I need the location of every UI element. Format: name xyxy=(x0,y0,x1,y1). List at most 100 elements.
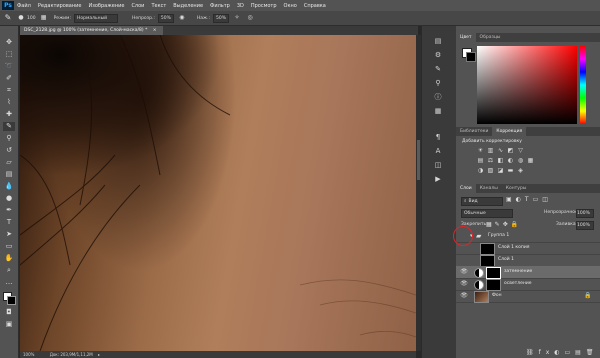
brush-settings-icon[interactable]: ✎ xyxy=(431,64,445,74)
menu-view[interactable]: Просмотр xyxy=(251,3,277,9)
hand-tool-icon[interactable]: ✋ xyxy=(3,254,15,263)
hue-slider[interactable] xyxy=(580,46,586,124)
quick-select-tool-icon[interactable]: ✐ xyxy=(3,74,15,83)
move-tool-icon[interactable]: ✥ xyxy=(3,38,15,47)
photoshop-logo: Ps xyxy=(2,1,14,10)
exposure-icon[interactable]: ◩ xyxy=(506,146,515,155)
lock-icons[interactable]: ▦✎✥🔒 xyxy=(486,221,521,228)
posterize-icon[interactable]: ▧ xyxy=(486,166,495,175)
menu-filter[interactable]: Фильтр xyxy=(210,3,230,9)
opacity-field[interactable]: 50% xyxy=(157,13,174,23)
status-arrow-icon[interactable]: ▸ xyxy=(98,352,100,357)
menu-select[interactable]: Выделение xyxy=(173,3,203,9)
vibrance-icon[interactable]: ▽ xyxy=(516,146,525,155)
tab-adjustments[interactable]: Коррекция xyxy=(492,127,527,136)
character-panel-icon[interactable]: A xyxy=(431,146,445,156)
actions-panel-icon[interactable]: ▶ xyxy=(431,174,445,184)
menu-file[interactable]: Файл xyxy=(17,3,31,9)
gradient-map-icon[interactable]: ▬ xyxy=(506,166,515,175)
document-tab[interactable]: DSC_2128.jpg @ 100% (затемнение, Слой-ма… xyxy=(20,26,163,35)
brush-tool-icon[interactable]: ✎ xyxy=(3,122,15,131)
layer-filter-select[interactable]: ⌕ Вид xyxy=(461,197,503,206)
menu-window[interactable]: Окно xyxy=(284,3,297,9)
pressure-size-icon[interactable]: ◎ xyxy=(245,13,255,23)
pressure-opacity-icon[interactable]: ◉ xyxy=(177,13,187,23)
color-balance-icon[interactable]: ⚖ xyxy=(486,156,495,165)
blend-mode-select[interactable]: Обычные xyxy=(461,209,513,218)
adjustments-panel-icon[interactable]: ⚙ xyxy=(431,50,445,60)
tab-channels[interactable]: Каналы xyxy=(476,184,502,193)
eye-icon[interactable]: 👁 xyxy=(460,292,468,300)
fill-field[interactable]: 100% xyxy=(576,221,594,230)
brush-tool-icon[interactable]: ✎ xyxy=(3,13,13,23)
color-picker-field[interactable] xyxy=(477,46,577,124)
paragraph-panel-icon[interactable]: ¶ xyxy=(431,132,445,142)
tab-libraries[interactable]: Библиотеки xyxy=(456,127,492,136)
history-panel-icon[interactable]: ▤ xyxy=(431,36,445,46)
eye-icon[interactable]: 👁 xyxy=(460,280,468,288)
mode-select[interactable]: Нормальный xyxy=(73,13,118,23)
layer-row[interactable]: 👁 Фон 🔒 xyxy=(456,290,600,303)
layers-footer-icons[interactable]: ⛓fx◐▭▤🗑 xyxy=(526,349,598,356)
history-brush-tool-icon[interactable]: ↺ xyxy=(3,146,15,155)
photo-filter-icon[interactable]: ◐ xyxy=(506,156,515,165)
color-lookup-icon[interactable]: ▦ xyxy=(526,156,535,165)
more-tools-icon[interactable]: … xyxy=(3,278,15,287)
screen-mode-icon[interactable]: ▣ xyxy=(3,320,15,329)
selective-color-icon[interactable]: ◈ xyxy=(516,166,525,175)
close-icon[interactable]: × xyxy=(153,28,157,33)
clone-source-icon[interactable]: ⚲ xyxy=(431,78,445,88)
hue-sat-icon[interactable]: ▤ xyxy=(476,156,485,165)
threshold-icon[interactable]: ◪ xyxy=(496,166,505,175)
menu-help[interactable]: Справка xyxy=(304,3,326,9)
crop-tool-icon[interactable]: ⌗ xyxy=(3,86,15,95)
black-white-icon[interactable]: ◧ xyxy=(496,156,505,165)
eye-icon[interactable]: 👁 xyxy=(460,268,468,276)
quick-mask-icon[interactable]: ◘ xyxy=(3,308,15,317)
lasso-tool-icon[interactable]: ➰ xyxy=(3,62,15,71)
menu-edit[interactable]: Редактирование xyxy=(38,3,82,9)
scrollbar-thumb[interactable] xyxy=(417,140,420,180)
blur-tool-icon[interactable]: 💧 xyxy=(3,182,15,191)
opacity-field[interactable]: 100% xyxy=(576,209,594,218)
options-bar: ✎ ● 100 ▦ Режим: Нормальный Непрозр.: 50… xyxy=(0,11,600,26)
image-canvas[interactable] xyxy=(20,35,416,351)
visibility-off-icon[interactable] xyxy=(460,256,468,264)
clone-stamp-tool-icon[interactable]: ⚲ xyxy=(3,134,15,143)
invert-icon[interactable]: ◑ xyxy=(476,166,485,175)
menu-text[interactable]: Текст xyxy=(151,3,166,9)
type-tool-icon[interactable]: T xyxy=(3,218,15,227)
tab-layers[interactable]: Слои xyxy=(456,184,476,193)
shape-tool-icon[interactable]: ▭ xyxy=(3,242,15,251)
menu-image[interactable]: Изображение xyxy=(88,3,124,9)
tab-paths[interactable]: Контуры xyxy=(502,184,531,193)
levels-icon[interactable]: ▥ xyxy=(486,146,495,155)
dodge-tool-icon[interactable]: ● xyxy=(3,194,15,203)
marquee-tool-icon[interactable]: ⬚ xyxy=(3,50,15,59)
styles-panel-icon[interactable]: ◫ xyxy=(431,160,445,170)
info-panel-icon[interactable]: ⓘ xyxy=(431,92,445,102)
flow-field[interactable]: 50% xyxy=(213,13,230,23)
properties-panel-icon[interactable]: ▦ xyxy=(431,106,445,116)
gradient-tool-icon[interactable]: ▤ xyxy=(3,170,15,179)
brush-preset-icon[interactable]: ● xyxy=(16,13,26,23)
zoom-level[interactable]: 100% xyxy=(23,352,34,357)
tab-color[interactable]: Цвет xyxy=(456,33,476,42)
background-color-swatch[interactable] xyxy=(466,52,476,62)
brush-panel-icon[interactable]: ▦ xyxy=(39,13,49,23)
tab-swatches[interactable]: Образцы xyxy=(476,33,505,42)
pen-tool-icon[interactable]: ✒ xyxy=(3,206,15,215)
zoom-tool-icon[interactable]: ⌕ xyxy=(3,266,15,275)
background-color-swatch[interactable] xyxy=(7,296,16,305)
layer-name: Слой 1 xyxy=(498,257,514,262)
path-select-tool-icon[interactable]: ➤ xyxy=(3,230,15,239)
healing-tool-icon[interactable]: ✚ xyxy=(3,110,15,119)
brightness-icon[interactable]: ☀ xyxy=(476,146,485,155)
eyedropper-tool-icon[interactable]: ⌇ xyxy=(3,98,15,107)
menu-layers[interactable]: Слои xyxy=(131,3,144,9)
curves-icon[interactable]: ∿ xyxy=(496,146,505,155)
eraser-tool-icon[interactable]: ▱ xyxy=(3,158,15,167)
airbrush-icon[interactable]: ✧ xyxy=(232,13,242,23)
channel-mixer-icon[interactable]: ◍ xyxy=(516,156,525,165)
menu-3d[interactable]: 3D xyxy=(237,3,244,9)
